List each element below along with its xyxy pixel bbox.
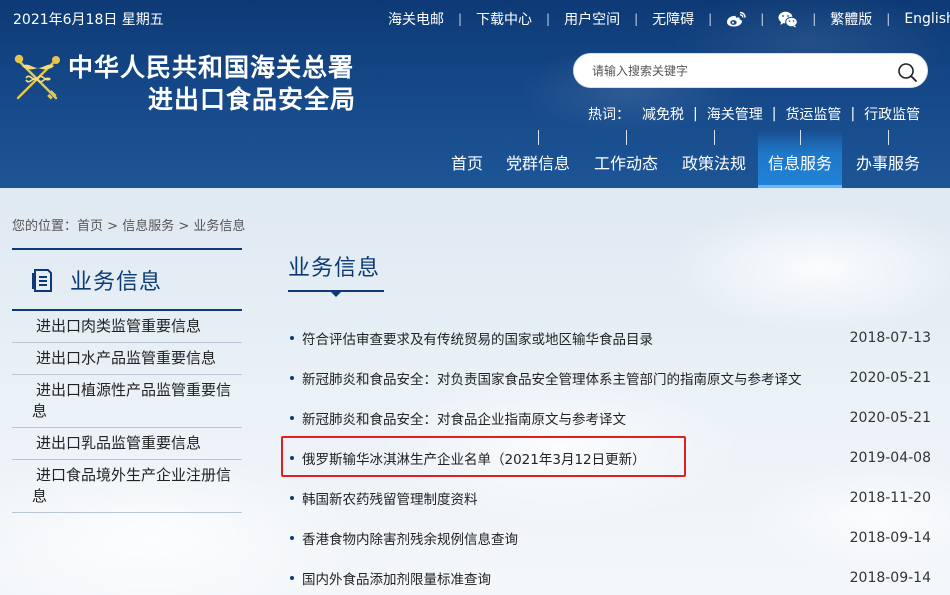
news-title-link[interactable]: 符合评估审查要求及有传统贸易的国家或地区输华食品目录 [302, 328, 653, 348]
breadcrumb-prefix: 您的位置： [12, 219, 78, 234]
accessibility-link[interactable]: 无障碍 [652, 9, 694, 29]
separator: | [760, 12, 765, 26]
separator: | [634, 12, 639, 26]
hot-word-link[interactable]: 海关管理 [707, 104, 763, 124]
news-date: 2020-05-21 [849, 370, 931, 386]
news-date: 2019-04-08 [849, 450, 931, 466]
site-title-line1: 中华人民共和国海关总署 [68, 53, 355, 82]
search-box [573, 53, 928, 88]
hot-word-link[interactable]: 货运监管 [785, 104, 841, 124]
bullet-icon [290, 376, 294, 380]
nav-item-info-service[interactable]: 信息服务 [758, 130, 842, 188]
news-title-link[interactable]: 香港食物内除害剂残余规例信息查询 [302, 528, 518, 548]
nav-item-label: 信息服务 [767, 154, 832, 173]
user-space-link[interactable]: 用户空间 [564, 9, 620, 29]
news-date: 2018-11-20 [849, 490, 931, 506]
sidebar-item-aquatic[interactable]: 进出口水产品监管重要信息 [12, 343, 242, 375]
section-title-caret [331, 292, 341, 297]
sidebar-title: 业务信息 [70, 269, 163, 295]
list-item[interactable]: 俄罗斯输华冰淇淋生产企业名单（2021年3月12日更新） 2019-04-08 [290, 438, 935, 478]
separator: | [771, 106, 777, 122]
separator: | [546, 12, 551, 26]
english-link[interactable]: English [904, 11, 950, 27]
bullet-icon [290, 536, 294, 540]
news-title-link[interactable]: 韩国新农药残留管理制度资料 [302, 488, 478, 508]
news-date: 2018-09-14 [849, 570, 931, 586]
sidebar-item-overseas-registration[interactable]: 进口食品境外生产企业注册信息 [12, 460, 242, 513]
site-header: 2021年6月18日 星期五 海关电邮 | 下载中心 | 用户空间 | 无障碍 … [0, 0, 950, 188]
news-title-link[interactable]: 新冠肺炎和食品安全：对食品企业指南原文与参考译文 [302, 408, 626, 428]
news-title-link[interactable]: 新冠肺炎和食品安全：对负责国家食品安全管理体系主管部门的指南原文与参考译文 [302, 368, 802, 388]
main-nav: 首页 党群信息 工作动态 政策法规 信息服务 办事服务 [440, 130, 934, 188]
bullet-icon [290, 576, 294, 580]
nav-divider [714, 130, 715, 145]
sidebar-item-dairy[interactable]: 进出口乳品监管重要信息 [12, 428, 242, 460]
bullet-icon [290, 496, 294, 500]
nav-item-home[interactable]: 首页 [440, 130, 494, 188]
hot-word-link[interactable]: 行政监管 [864, 104, 920, 124]
nav-item-party-info[interactable]: 党群信息 [494, 130, 582, 188]
nav-item-label: 首页 [450, 154, 483, 173]
separator: | [708, 12, 713, 26]
breadcrumb: 您的位置：首页 > 信息服务 > 业务信息 [12, 215, 245, 234]
list-item[interactable]: 新冠肺炎和食品安全：对负责国家食品安全管理体系主管部门的指南原文与参考译文 20… [290, 358, 935, 398]
section-title: 业务信息 [288, 256, 381, 281]
customs-emblem-logo[interactable] [12, 52, 64, 104]
news-title-link[interactable]: 俄罗斯输华冰淇淋生产企业名单（2021年3月12日更新） [302, 448, 646, 468]
sidebar-item-meat[interactable]: 进出口肉类监管重要信息 [12, 311, 242, 343]
nav-item-label: 办事服务 [855, 154, 920, 173]
separator: | [886, 12, 891, 26]
search-input[interactable] [592, 61, 882, 81]
bullet-icon [290, 416, 294, 420]
separator: | [812, 12, 817, 26]
sidebar-header: 业务信息 [12, 250, 242, 311]
nav-item-label: 政策法规 [681, 154, 746, 173]
nav-divider [626, 130, 627, 145]
sidebar-item-plant-origin[interactable]: 进出口植源性产品监管重要信息 [12, 375, 242, 428]
document-list-icon [32, 268, 52, 292]
list-item[interactable]: 香港食物内除害剂残余规例信息查询 2018-09-14 [290, 518, 935, 558]
list-item[interactable]: 国内外食品添加剂限量标准查询 2018-09-14 [290, 558, 935, 595]
hot-words-bar: 热词： 减免税 | 海关管理 | 货运监管 | 行政监管 [588, 104, 920, 124]
list-item[interactable]: 新冠肺炎和食品安全：对食品企业指南原文与参考译文 2020-05-21 [290, 398, 935, 438]
nav-item-label: 党群信息 [505, 154, 570, 173]
weibo-icon[interactable] [726, 11, 746, 27]
breadcrumb-separator: > [103, 219, 123, 234]
wechat-icon[interactable] [778, 11, 799, 28]
nav-item-online-service[interactable]: 办事服务 [842, 130, 934, 188]
hot-words-label: 热词： [588, 107, 630, 123]
bullet-icon [290, 456, 294, 460]
sidebar: 业务信息 进出口肉类监管重要信息 进出口水产品监管重要信息 进出口植源性产品监管… [12, 248, 242, 513]
breadcrumb-home[interactable]: 首页 [77, 219, 103, 234]
customs-email-link[interactable]: 海关电邮 [388, 9, 444, 29]
site-title[interactable]: 中华人民共和国海关总署 进出口食品安全局 [68, 52, 356, 116]
list-item[interactable]: 韩国新农药残留管理制度资料 2018-11-20 [290, 478, 935, 518]
nav-divider [888, 130, 889, 145]
bullet-icon [290, 336, 294, 340]
current-date: 2021年6月18日 星期五 [13, 12, 164, 28]
separator: | [850, 106, 856, 122]
separator: | [458, 12, 463, 26]
nav-item-policies[interactable]: 政策法规 [670, 130, 758, 188]
top-links-bar: 海关电邮 | 下载中心 | 用户空间 | 无障碍 | | | 繁體版 | Eng… [388, 9, 950, 29]
nav-item-work-news[interactable]: 工作动态 [582, 130, 670, 188]
nav-divider [800, 130, 801, 145]
download-center-link[interactable]: 下载中心 [476, 9, 532, 29]
news-title-link[interactable]: 国内外食品添加剂限量标准查询 [302, 568, 491, 588]
news-date: 2018-07-13 [849, 330, 931, 346]
news-date: 2020-05-21 [849, 410, 931, 426]
news-date: 2018-09-14 [849, 530, 931, 546]
search-icon[interactable] [897, 62, 917, 82]
nav-divider [538, 130, 539, 145]
nav-item-label: 工作动态 [593, 154, 658, 173]
breadcrumb-business-info[interactable]: 业务信息 [193, 219, 245, 234]
list-item[interactable]: 符合评估审查要求及有传统贸易的国家或地区输华食品目录 2018-07-13 [290, 318, 935, 358]
hot-word-link[interactable]: 减免税 [642, 104, 684, 124]
separator: | [693, 106, 698, 122]
breadcrumb-separator: > [174, 219, 194, 234]
traditional-chinese-link[interactable]: 繁體版 [830, 9, 872, 29]
site-title-line2: 进出口食品安全局 [148, 85, 357, 114]
breadcrumb-info-service[interactable]: 信息服务 [122, 219, 174, 234]
news-list: 符合评估审查要求及有传统贸易的国家或地区输华食品目录 2018-07-13 新冠… [290, 318, 935, 595]
